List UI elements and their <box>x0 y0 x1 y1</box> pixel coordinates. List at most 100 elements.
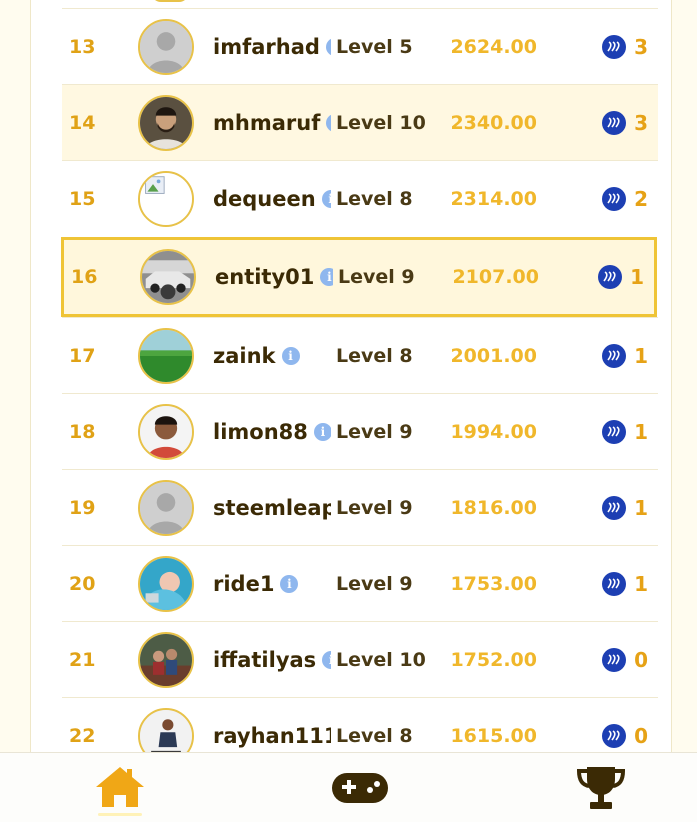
leaderboard-row[interactable]: 18 limon88 i Level 9 1994.00 1 <box>62 393 658 469</box>
level-label: Level 10 <box>336 111 426 134</box>
info-icon[interactable]: i <box>313 422 331 441</box>
steem-icon <box>602 343 627 368</box>
username[interactable]: ride1 <box>213 572 274 596</box>
coin-count: 2 <box>634 186 648 211</box>
username-cell[interactable]: entity01 i <box>215 240 333 314</box>
leaderboard-row[interactable]: 15 dequeen i Level 8 2314.00 2 <box>62 160 658 236</box>
username[interactable]: entity01 <box>215 265 314 289</box>
username-cell[interactable]: limon88 i <box>213 394 331 469</box>
avatar[interactable] <box>138 18 194 75</box>
rank-number: 21 <box>69 648 96 671</box>
avatar[interactable] <box>138 170 194 227</box>
points-value: 2107.00 <box>452 266 539 288</box>
info-icon[interactable]: i <box>322 650 331 669</box>
leaderboard-row[interactable]: 19 steemleapiLevel 9 1816.00 1 <box>62 469 658 545</box>
rank-number: 14 <box>69 111 96 134</box>
username[interactable]: imfarhad <box>213 35 320 59</box>
leaderboard-row[interactable]: 17 zaink i Level 8 2001.00 1 <box>62 317 658 393</box>
rank-number: 18 <box>69 420 96 443</box>
level-label: Level 8 <box>336 344 413 367</box>
points-value: 1816.00 <box>450 496 537 519</box>
info-icon[interactable]: i <box>280 574 299 593</box>
gamepad-icon <box>332 773 388 803</box>
username[interactable]: mhmaruf <box>213 111 320 135</box>
rank-number: 16 <box>71 266 98 288</box>
level-label: Level 9 <box>338 266 415 288</box>
username[interactable]: rayhan111 <box>213 724 331 748</box>
username-cell[interactable]: steemleapi <box>213 470 331 545</box>
steem-icon <box>602 647 627 672</box>
coin-count: 0 <box>634 723 648 748</box>
rank-number: 13 <box>69 35 96 58</box>
coin-reward: 0 <box>602 622 648 697</box>
username[interactable]: zaink <box>213 344 276 368</box>
nav-leaderboard-button[interactable] <box>571 763 631 815</box>
level-label: Level 9 <box>336 420 413 443</box>
username-cell[interactable]: imfarhad i <box>213 9 331 84</box>
coin-count: 1 <box>634 419 648 444</box>
home-icon <box>96 767 144 807</box>
nav-home-button[interactable] <box>90 763 150 816</box>
info-icon[interactable]: i <box>321 189 331 208</box>
username-cell[interactable]: mhmaruf i <box>213 85 331 160</box>
points-value: 2624.00 <box>450 35 537 58</box>
info-icon[interactable]: i <box>281 346 300 365</box>
steem-icon <box>602 571 627 596</box>
username-cell[interactable]: iffatilyas i <box>213 622 331 697</box>
username[interactable]: limon88 <box>213 420 308 444</box>
coin-count: 3 <box>634 110 648 135</box>
coin-count: 1 <box>634 495 648 520</box>
username[interactable]: steemleap <box>213 496 331 520</box>
avatar[interactable] <box>138 327 194 384</box>
avatar[interactable] <box>138 631 194 688</box>
coin-reward: 1 <box>598 240 644 314</box>
coin-count: 1 <box>634 571 648 596</box>
avatar[interactable] <box>138 403 194 460</box>
username-cell[interactable]: dequeen i <box>213 161 331 236</box>
points-value: 2340.00 <box>450 111 537 134</box>
leaderboard-row[interactable]: 20 ride1 i Level 9 1753.00 1 <box>62 545 658 621</box>
leaderboard-row[interactable]: 21 iffatilyas i Level 10 1752.00 0 <box>62 621 658 697</box>
steem-icon <box>602 34 627 59</box>
leaderboard-row[interactable]: 13 imfarhad i Level 5 2624.00 3 <box>62 8 658 84</box>
avatar[interactable] <box>138 94 194 151</box>
coin-reward: 1 <box>602 546 648 621</box>
info-icon[interactable]: i <box>320 268 333 286</box>
coin-count: 1 <box>634 343 648 368</box>
points-value: 2314.00 <box>450 187 537 210</box>
rank-number: 19 <box>69 496 96 519</box>
level-label: Level 5 <box>336 35 413 58</box>
username[interactable]: dequeen <box>213 187 316 211</box>
level-label: Level 10 <box>336 648 426 671</box>
avatar[interactable] <box>138 555 194 612</box>
steem-icon <box>602 723 627 748</box>
coin-reward: 1 <box>602 318 648 393</box>
leaderboard-row[interactable]: 14 mhmaruf i Level 10 2340.00 3 <box>62 84 658 160</box>
steem-icon <box>602 419 627 444</box>
info-icon[interactable]: i <box>325 37 331 56</box>
nav-games-button[interactable] <box>330 763 390 815</box>
points-value: 2001.00 <box>450 344 537 367</box>
coin-reward: 3 <box>602 85 648 160</box>
avatar[interactable] <box>140 249 196 305</box>
rank-number: 20 <box>69 572 96 595</box>
username-cell[interactable]: ride1 i <box>213 546 299 621</box>
leaderboard-list: 13imfarhadiLevel 52624.00314mhmarufiLeve… <box>61 8 660 773</box>
username-cell[interactable]: zaink i <box>213 318 300 393</box>
steem-icon <box>602 495 627 520</box>
coin-reward: 2 <box>602 161 648 236</box>
rank-number: 17 <box>69 344 96 367</box>
avatar[interactable] <box>138 479 194 536</box>
steem-icon <box>602 186 627 211</box>
coin-count: 1 <box>630 265 644 289</box>
coin-reward: 1 <box>602 394 648 469</box>
info-icon[interactable]: i <box>326 113 331 132</box>
coin-reward: 3 <box>602 9 648 84</box>
points-value: 1753.00 <box>450 572 537 595</box>
trophy-icon <box>576 767 626 809</box>
username[interactable]: iffatilyas <box>213 648 316 672</box>
coin-count: 0 <box>634 647 648 672</box>
leaderboard-row-current-user[interactable]: 16 entity01 i Level 9 2107.00 1 <box>61 237 657 317</box>
points-value: 1994.00 <box>450 420 537 443</box>
coin-count: 3 <box>634 34 648 59</box>
